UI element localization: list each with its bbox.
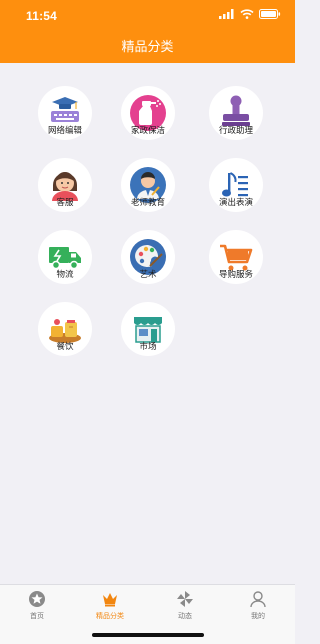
category-item-shopping-guide[interactable]: 导购服务 [201, 230, 271, 300]
page-title: 精品分类 [121, 39, 174, 54]
tab-home[interactable]: 首页 [7, 589, 67, 623]
tab-label: 动态 [178, 613, 192, 620]
category-label: 物流 [56, 269, 74, 279]
category-item-logistics[interactable]: 物流 [30, 230, 100, 300]
tab-label: 我的 [251, 613, 265, 620]
category-item-housekeeping[interactable]: 家政保洁 [113, 86, 183, 156]
wifi-icon [240, 9, 254, 19]
category-label: 演出表演 [218, 197, 253, 207]
category-item-teacher-education[interactable]: 老师教育 [113, 158, 183, 228]
tab-feed[interactable]: 动态 [155, 589, 215, 623]
tab-profile[interactable]: 我的 [228, 589, 288, 623]
home-indicator [92, 633, 204, 637]
category-item-market[interactable]: 市场 [113, 302, 183, 372]
category-item-performance[interactable]: 演出表演 [201, 158, 271, 228]
signal-icon [219, 9, 234, 19]
category-label: 老师教育 [130, 197, 165, 207]
top-bar: 11:54 精品分类 [0, 0, 295, 63]
status-time: 11:54 [26, 9, 58, 23]
tab-label: 首页 [30, 613, 44, 620]
category-item-catering[interactable]: 餐饮 [30, 302, 100, 372]
battery-icon [259, 9, 281, 19]
tab-categories[interactable]: 精品分类 [80, 589, 140, 623]
status-bar: 11:54 [0, 0, 295, 30]
category-item-network-editing[interactable]: 网络编辑 [30, 86, 100, 156]
category-label: 艺术 [139, 269, 157, 279]
category-label: 行政助理 [218, 125, 253, 135]
tab-bar: 首页 精品分类 动态 我的 [0, 584, 295, 644]
category-label: 市场 [139, 341, 157, 351]
category-item-art[interactable]: 艺术 [113, 230, 183, 300]
star-icon [29, 591, 45, 607]
status-icons [219, 9, 281, 19]
pinwheel-icon [177, 591, 193, 607]
category-label: 家政保洁 [130, 125, 165, 135]
category-label: 网络编辑 [47, 125, 82, 135]
category-label: 客服 [56, 197, 74, 207]
person-icon [250, 591, 266, 608]
category-label: 餐饮 [56, 341, 74, 351]
category-item-admin-assistant[interactable]: 行政助理 [201, 86, 271, 156]
tab-label: 精品分类 [96, 613, 124, 620]
crown-icon [103, 593, 117, 607]
category-item-customer-service[interactable]: 客服 [30, 158, 100, 228]
category-label: 导购服务 [218, 269, 253, 279]
